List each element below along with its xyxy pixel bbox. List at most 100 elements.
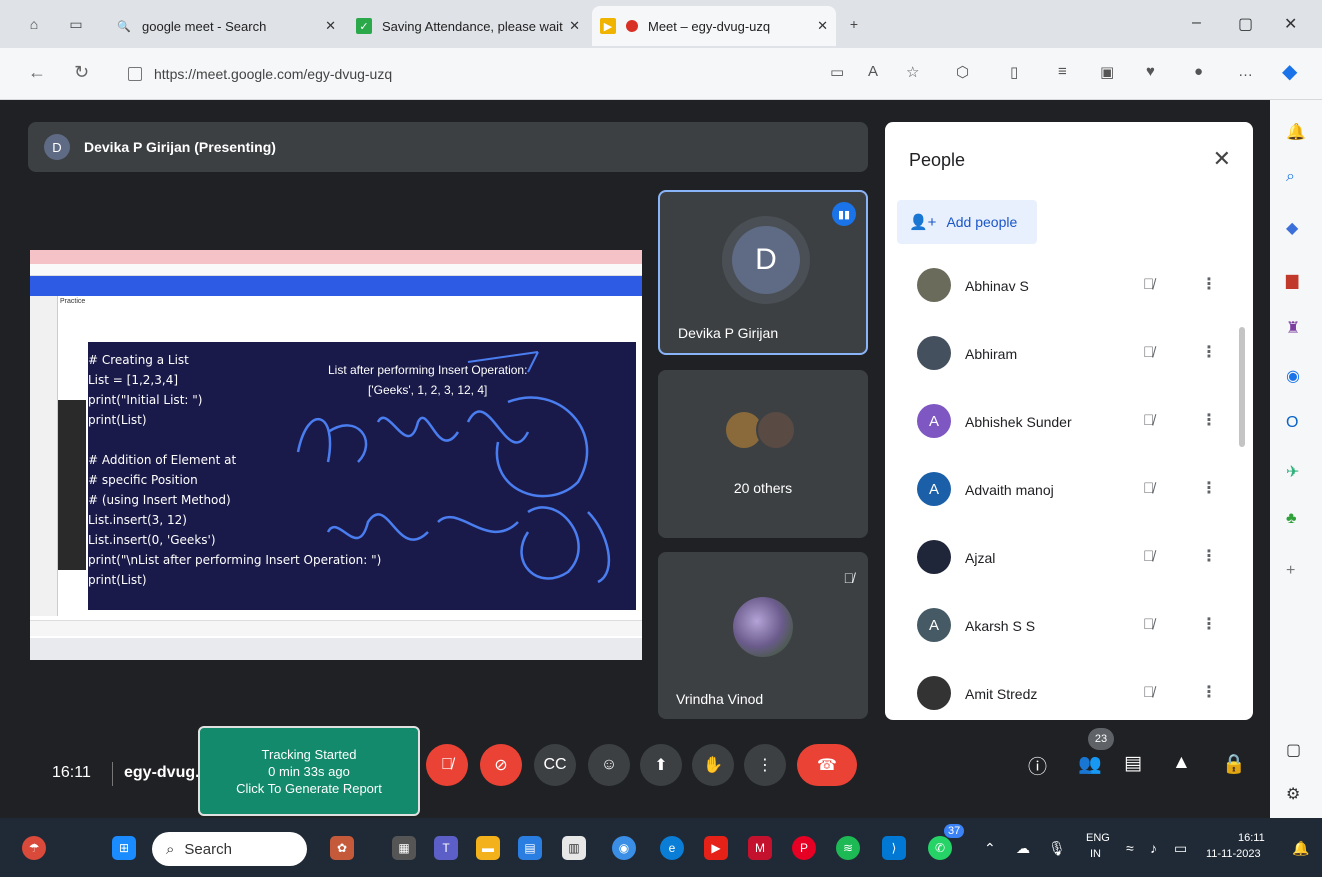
more-options-icon[interactable]: ⋮ [1201,614,1217,634]
chrome-icon[interactable]: ◉ [612,836,636,860]
taskbar-date[interactable]: 11-11-2023 [1206,848,1261,860]
close-window-icon[interactable]: ✕ [1284,14,1297,34]
notepad-icon[interactable]: ▥ [562,836,586,860]
close-tab-icon[interactable]: ✕ [325,18,336,34]
participant-row[interactable]: Abhinav S 🎙̸ ⋮ [885,254,1253,322]
back-icon[interactable]: ← [28,62,46,83]
extension-icon[interactable]: ⬡ [956,63,969,81]
tree-icon[interactable]: ♣ [1286,510,1297,528]
task-view-icon[interactable]: ▦ [392,836,416,860]
emoji-button[interactable]: ☺ [588,744,630,786]
participant-row[interactable]: Ajzal 🎙̸ ⋮ [885,526,1253,594]
copilot-icon[interactable]: ◆ [1282,59,1297,84]
more-options-icon[interactable]: ⋮ [1201,274,1217,294]
maximize-icon[interactable]: ▢ [1238,14,1253,34]
file-explorer-icon[interactable]: ▬ [476,836,500,860]
participant-row[interactable]: A Akarsh S S 🎙̸ ⋮ [885,594,1253,662]
close-panel-icon[interactable]: ✕ [1213,146,1231,172]
onedrive-icon[interactable]: ☁ [1016,840,1030,857]
youtube-icon[interactable]: ▶ [704,836,728,860]
taskbar-search[interactable]: ⌕ Search [152,832,307,866]
edge-icon[interactable]: e [660,836,684,860]
spotify-icon[interactable]: ≋ [836,836,860,860]
bell-icon[interactable]: 🔔 [1286,122,1306,142]
settings-icon[interactable]: ⚙ [1286,784,1300,804]
host-controls-icon[interactable]: 🔒 [1222,752,1246,776]
mcafee-icon[interactable]: M [748,836,772,860]
mic-off-icon[interactable]: 🎙̸ [1143,480,1154,497]
start-icon[interactable]: ⊞ [112,836,136,860]
mic-tray-icon[interactable]: 🎙 [1048,840,1066,857]
url-field[interactable]: https://meet.google.com/egy-dvug-uzq [118,57,818,91]
pinterest-icon[interactable]: P [792,836,816,860]
tab-meet[interactable]: ▶ Meet – egy-dvug-uzq ✕ [592,6,836,46]
reload-icon[interactable]: ↻ [74,62,89,83]
chat-icon[interactable]: ▤ [1124,752,1142,775]
mic-off-icon[interactable]: 🎙̸ [1143,616,1154,633]
add-sidebar-icon[interactable]: + [1286,562,1295,580]
workspaces-icon[interactable]: ⌂ [24,14,44,34]
read-aloud-icon[interactable]: A [868,63,878,80]
vscode-icon[interactable]: ⟩ [882,836,906,860]
profile-icon[interactable]: ● [1194,63,1203,80]
whatsapp-icon[interactable]: ✆ [928,836,952,860]
captions-button[interactable]: CC [534,744,576,786]
tile-presenter[interactable]: ▮▮ D Devika P Girijan [658,190,868,355]
wifi-icon[interactable]: ≈ [1126,840,1134,856]
taskbar-time[interactable]: 16:11 [1238,832,1265,844]
notifications-icon[interactable]: 🔔 [1292,840,1309,857]
more-options-icon[interactable]: ⋮ [1201,410,1217,430]
activities-icon[interactable]: ▲ [1172,752,1191,774]
participant-row[interactable]: Abhiram 🎙̸ ⋮ [885,322,1253,390]
close-tab-icon[interactable]: ✕ [569,18,580,34]
mic-toggle-button[interactable]: 🎙̸ [426,744,468,786]
language-line-2[interactable]: IN [1090,848,1101,860]
briefcase-icon[interactable]: ▆ [1286,270,1298,290]
search-icon[interactable]: ⌕ [1286,168,1295,186]
more-options-button[interactable]: ⋮ [744,744,786,786]
attendance-tracker-button[interactable]: Tracking Started 0 min 33s ago Click To … [198,726,420,816]
tile-others[interactable]: 20 others [658,370,868,538]
store-icon[interactable]: ▤ [518,836,542,860]
outlook-icon[interactable]: O [1286,414,1298,432]
raise-hand-button[interactable]: ✋ [692,744,734,786]
minimize-icon[interactable]: – [1192,14,1201,32]
battery-icon[interactable]: ▭ [1174,840,1187,857]
add-people-button[interactable]: 👤+ Add people [897,200,1037,244]
mic-off-icon[interactable]: 🎙̸ [1143,548,1154,565]
participant-row[interactable]: A Abhishek Sunder 🎙̸ ⋮ [885,390,1253,458]
mic-off-icon[interactable]: 🎙̸ [1143,412,1154,429]
more-options-icon[interactable]: ⋮ [1201,546,1217,566]
close-tab-icon[interactable]: ✕ [817,18,828,34]
screen-cast-icon[interactable]: ▭ [830,63,844,81]
tab-saving-attendance[interactable]: ✓ Saving Attendance, please wait ✕ [348,6,588,46]
favorites-list-icon[interactable]: ≡ [1058,63,1067,80]
bird-app-icon[interactable]: ✿ [330,836,354,860]
language-line-1[interactable]: ENG [1086,832,1110,844]
collections-icon[interactable]: ▣ [1100,63,1114,81]
games-icon[interactable]: ♜ [1286,318,1300,338]
tile-vrindha[interactable]: 🎙̸ Vrindha Vinod [658,552,868,719]
tray-overflow-icon[interactable]: ⌃ [984,840,996,857]
more-options-icon[interactable]: ⋮ [1201,682,1217,702]
mic-off-icon[interactable]: 🎙̸ [1143,684,1154,701]
teams-icon[interactable]: T [434,836,458,860]
tag-icon[interactable]: ◆ [1286,218,1298,238]
new-tab-button[interactable]: + [844,14,864,34]
split-screen-icon[interactable]: ▯ [1010,63,1018,81]
panel-scrollbar[interactable] [1239,327,1245,447]
microsoft-365-icon[interactable]: ◉ [1286,366,1300,386]
participant-row[interactable]: A Advaith manoj 🎙̸ ⋮ [885,458,1253,526]
tab-actions-icon[interactable]: ▭ [66,14,86,34]
end-call-button[interactable]: ☎ [797,744,857,786]
sidebar-toggle-icon[interactable]: ▢ [1286,740,1301,760]
participant-row[interactable]: Amit Stredz 🎙̸ ⋮ [885,662,1253,720]
info-icon[interactable]: ⓘ [1028,752,1047,779]
volume-icon[interactable]: ♪ [1150,840,1157,856]
mic-off-icon[interactable]: 🎙̸ [1143,344,1154,361]
more-options-icon[interactable]: ⋮ [1201,342,1217,362]
send-icon[interactable]: ✈ [1286,462,1299,482]
tab-google-search[interactable]: 🔍 google meet - Search ✕ [108,6,344,46]
camera-toggle-button[interactable]: ⊘ [480,744,522,786]
more-options-icon[interactable]: ⋮ [1201,478,1217,498]
